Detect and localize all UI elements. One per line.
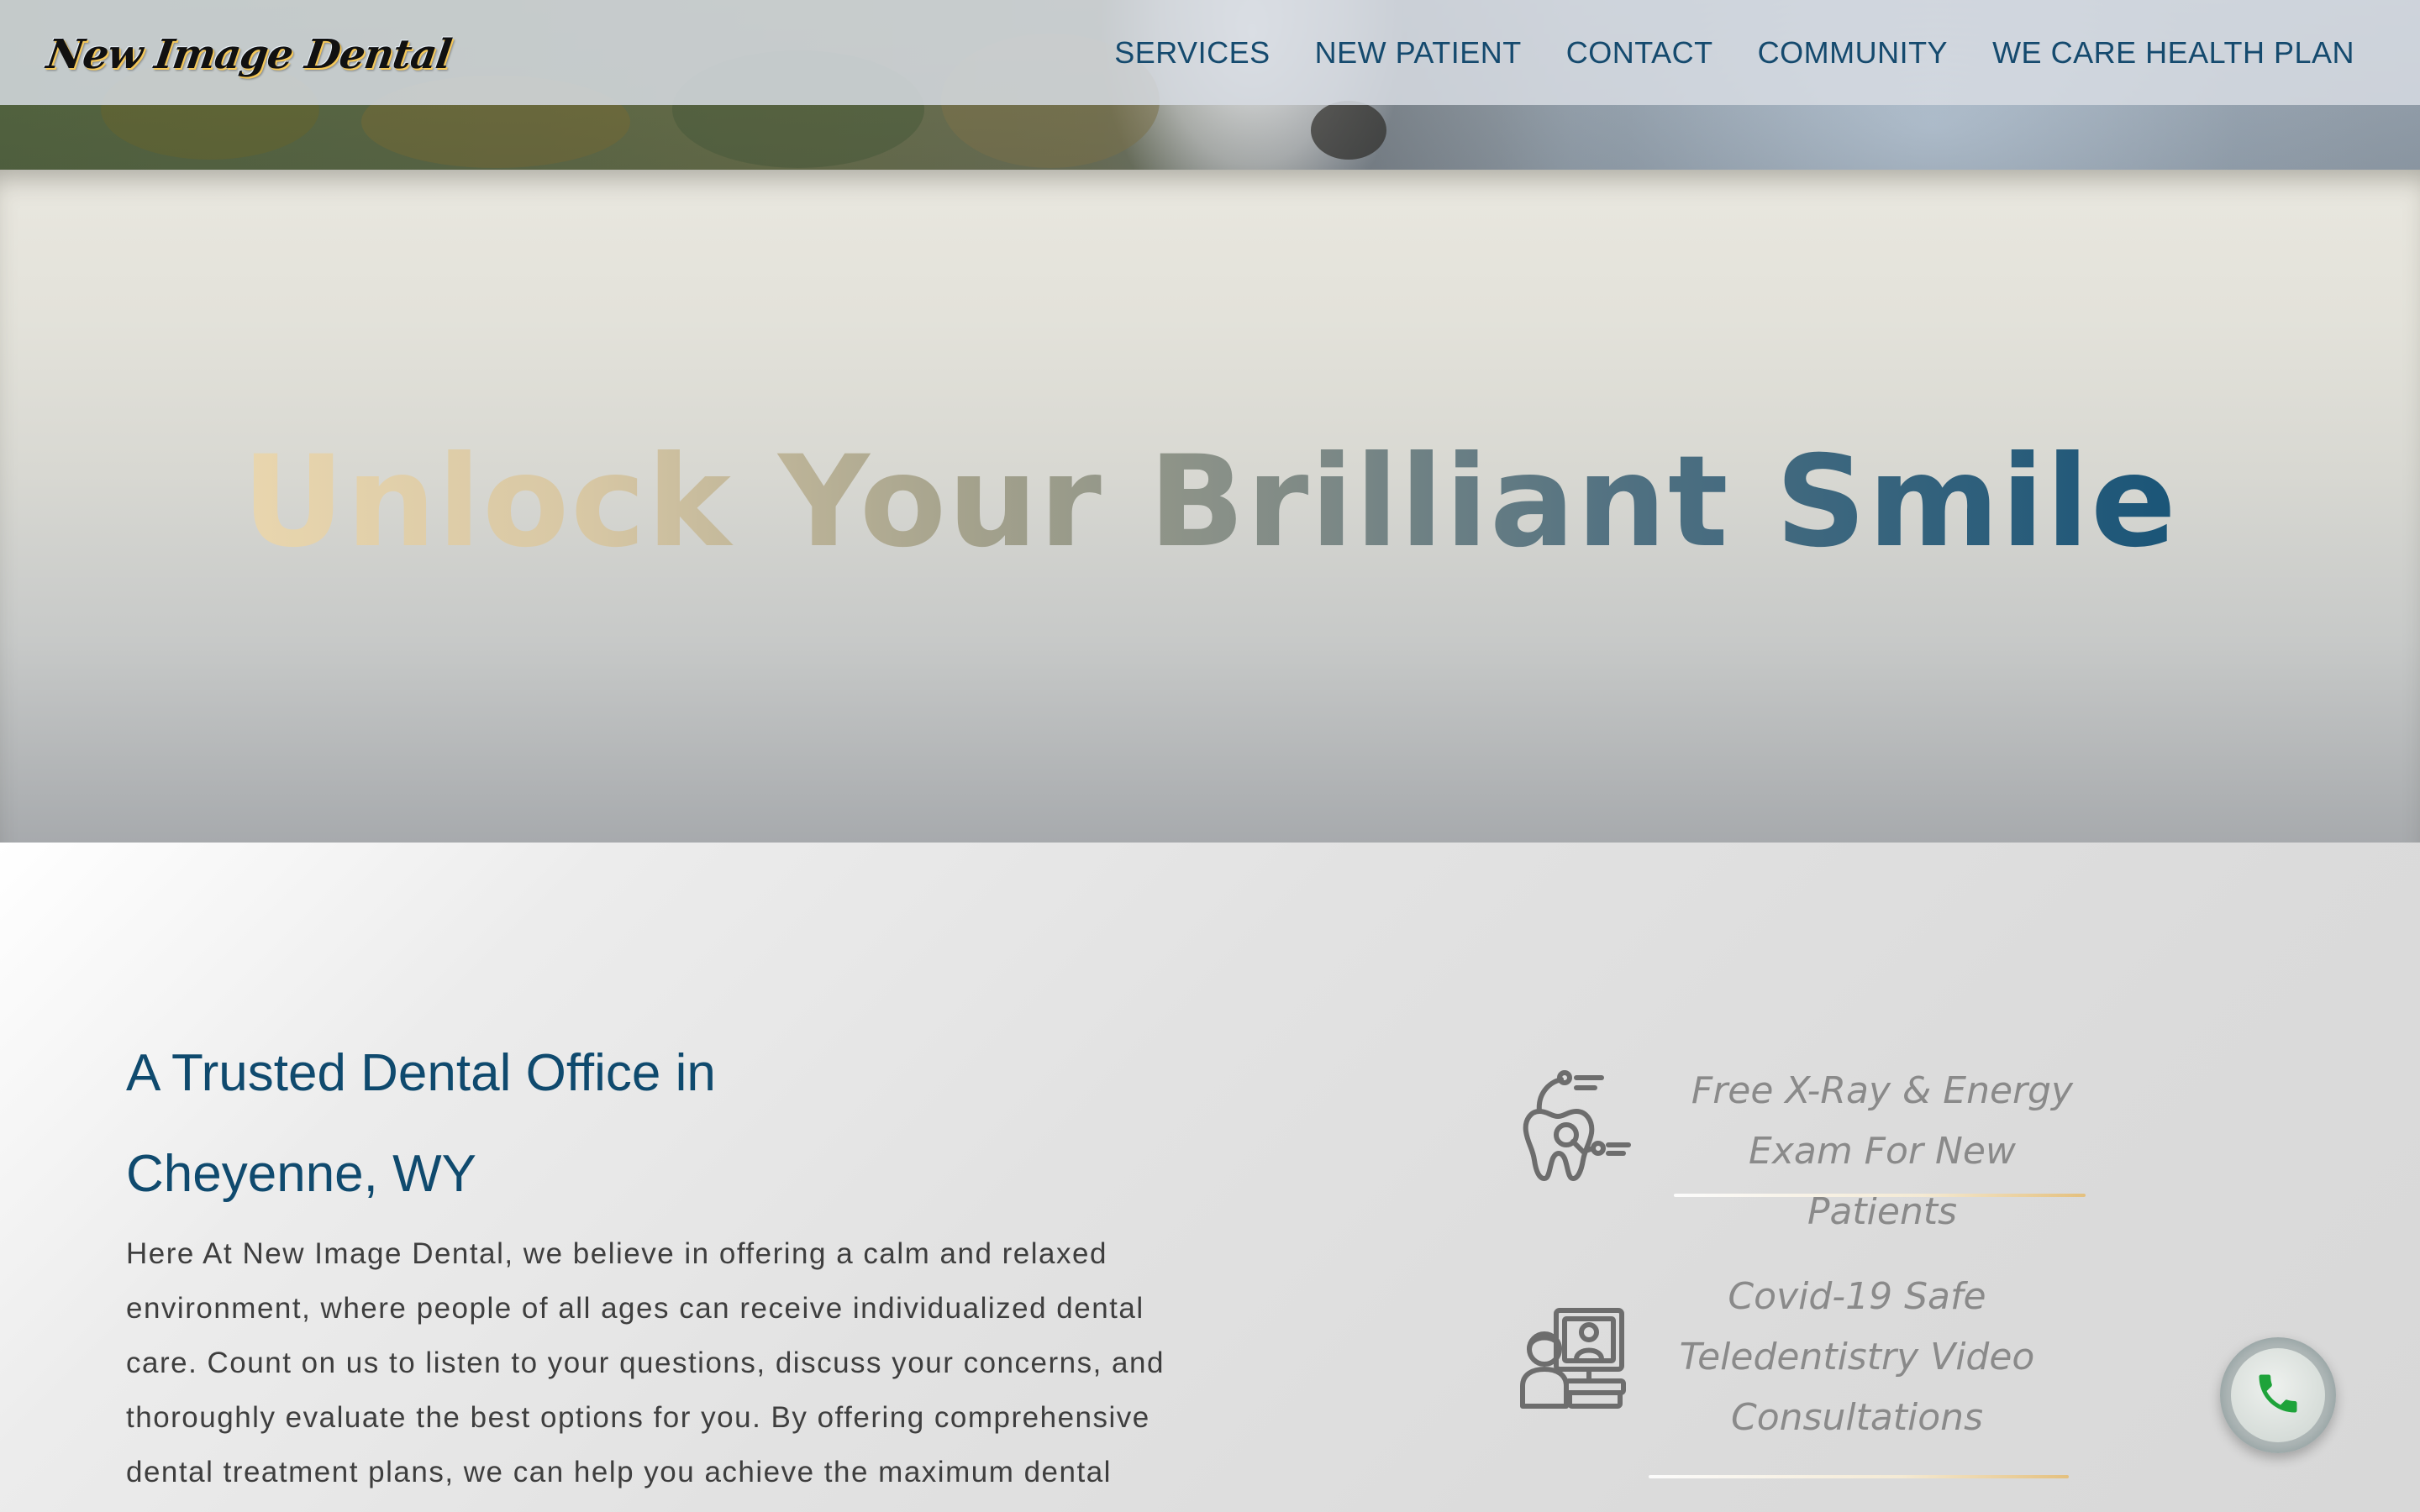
feature-teledentistry-line3: Consultations (1731, 1396, 1983, 1439)
feature-free-xray-line1: Free X-Ray & Energy (1691, 1069, 2074, 1112)
site-logo[interactable]: New Image Dental (44, 31, 454, 78)
feature-free-xray[interactable]: Free X-Ray & Energy Exam For New Patient… (1504, 1044, 2109, 1233)
intro-paragraph: Here At New Image Dental, we believe in … (126, 1237, 1165, 1512)
nav-community[interactable]: COMMUNITY (1758, 35, 1948, 71)
top-navbar: New Image Dental SERVICES NEW PATIENT CO… (0, 0, 2420, 105)
intro-block: A Trusted Dental Office in Cheyenne, WY … (126, 1023, 1185, 1512)
hero-section: Unlock Your Brilliant Smile (0, 170, 2420, 843)
feature-teledentistry[interactable]: Covid-19 Safe Teledentistry Video Consul… (1504, 1267, 2109, 1489)
call-button[interactable] (2220, 1337, 2336, 1453)
call-button-inner (2231, 1348, 2325, 1442)
intro-section: A Trusted Dental Office in Cheyenne, WY … (0, 843, 2420, 1512)
feature-free-xray-line2: Exam For New Patients (1749, 1130, 2016, 1233)
feature-free-xray-underline (1674, 1194, 2086, 1197)
page: New Image Dental SERVICES NEW PATIENT CO… (0, 0, 2420, 1512)
feature-teledentistry-line2: Teledentistry Video (1679, 1336, 2035, 1378)
nav-new-patient[interactable]: NEW PATIENT (1315, 35, 1522, 71)
tooth-exam-icon (1514, 1061, 1640, 1190)
hero-title: Unlock Your Brilliant Smile (242, 429, 2178, 575)
feature-teledentistry-underline (1649, 1475, 2069, 1478)
intro-title-line1: A Trusted Dental Office in (126, 1044, 716, 1102)
feature-teledentistry-line1: Covid-19 Safe (1728, 1275, 1986, 1318)
phone-icon (2253, 1368, 2303, 1422)
feature-free-xray-text: Free X-Ray & Energy Exam For New Patient… (1672, 1061, 2092, 1242)
hero-title-container: Unlock Your Brilliant Smile (0, 430, 2420, 575)
teledentistry-video-icon (1514, 1300, 1632, 1421)
feature-teledentistry-text: Covid-19 Safe Teledentistry Video Consul… (1647, 1267, 2067, 1448)
nav-we-care-health-plan[interactable]: WE CARE HEALTH PLAN (1992, 35, 2354, 71)
intro-title-line2: Cheyenne, WY (126, 1145, 476, 1203)
main-nav: SERVICES NEW PATIENT CONTACT COMMUNITY W… (1070, 35, 2354, 71)
nav-contact[interactable]: CONTACT (1566, 35, 1713, 71)
nav-services[interactable]: SERVICES (1114, 35, 1270, 71)
